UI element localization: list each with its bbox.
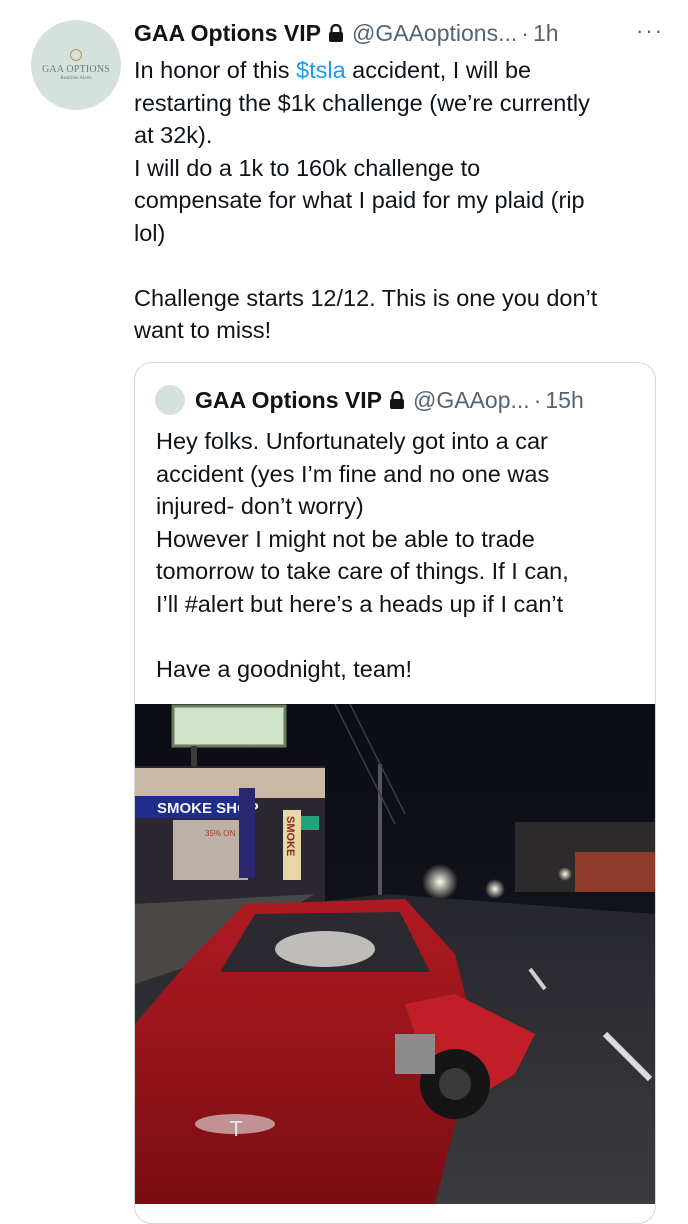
quoted-line: injured- don’t worry)	[156, 493, 364, 519]
avatar-brand-text: GAA OPTIONS	[41, 64, 111, 75]
author-handle[interactable]: @GAAoptions...	[352, 20, 517, 47]
tweet-line: I will do a 1k to 160k challenge to	[134, 154, 481, 181]
tweet-time[interactable]: 1h	[533, 20, 559, 47]
quoted-tweet-time[interactable]: 15h	[545, 387, 583, 414]
avatar-tagline-text: Realtime Alerts	[60, 76, 92, 81]
tweet-line: Challenge starts 12/12. This is one you …	[134, 284, 598, 311]
quoted-line: tomorrow to take care of things. If I ca…	[156, 558, 569, 584]
tweet-line: restarting the $1k challenge (we’re curr…	[134, 89, 590, 116]
quoted-tweet-text: Hey folks. Unfortunately got into a car …	[156, 425, 636, 685]
main-avatar[interactable]: GAA OPTIONS Realtime Alerts	[31, 20, 121, 110]
quoted-author-handle[interactable]: @GAAop...	[413, 387, 530, 414]
quoted-tweet-card[interactable]: GAA Options VIP @GAAop... · 15h Hey folk…	[134, 362, 656, 1224]
author-name[interactable]: GAA Options VIP	[134, 20, 321, 47]
lock-icon	[390, 390, 404, 409]
more-options-icon[interactable]: ···	[636, 18, 664, 44]
tweet-line: lol)	[134, 219, 166, 246]
avatar-logo-icon	[70, 49, 82, 61]
tweet-line: at 32k).	[134, 122, 213, 148]
sale-sign: 35% ON	[205, 829, 235, 838]
tesla-logo-icon: T	[229, 1117, 243, 1141]
separator-dot: ·	[521, 19, 529, 46]
tweet-header: GAA Options VIP @GAAoptions... · 1h ···	[134, 16, 664, 50]
quoted-line: accident (yes I’m fine and no one was	[156, 460, 550, 487]
tsla-cashtag[interactable]: $tsla	[296, 57, 346, 83]
quoted-line: However I might not be able to trade	[156, 525, 535, 552]
quoted-line: Have a goodnight, team!	[156, 655, 413, 682]
tweet-line: compensate for what I paid for my plaid …	[134, 187, 585, 213]
smoke-vertical-sign: SMOKE	[284, 816, 296, 856]
tweet-text: In honor of this $tsla accident, I will …	[134, 54, 654, 347]
quoted-line: Hey folks. Unfortunately got into a car	[156, 428, 548, 454]
tweet-line: want to miss!	[134, 317, 272, 343]
separator-dot: ·	[533, 386, 542, 413]
quoted-line: I’ll #alert but here’s a heads up if I c…	[156, 590, 564, 617]
car-accident-photo[interactable]: SMOKE SHOP 35% ON SMOKE T	[135, 704, 655, 1204]
quoted-author-name[interactable]: GAA Options VIP	[195, 387, 382, 414]
quoted-tweet-header: GAA Options VIP @GAAop... · 15h	[155, 383, 584, 417]
billboard	[171, 704, 287, 748]
quoted-avatar[interactable]	[155, 385, 185, 415]
tweet-line: In honor of this $tsla accident, I will …	[134, 57, 532, 83]
lock-icon	[329, 23, 343, 42]
